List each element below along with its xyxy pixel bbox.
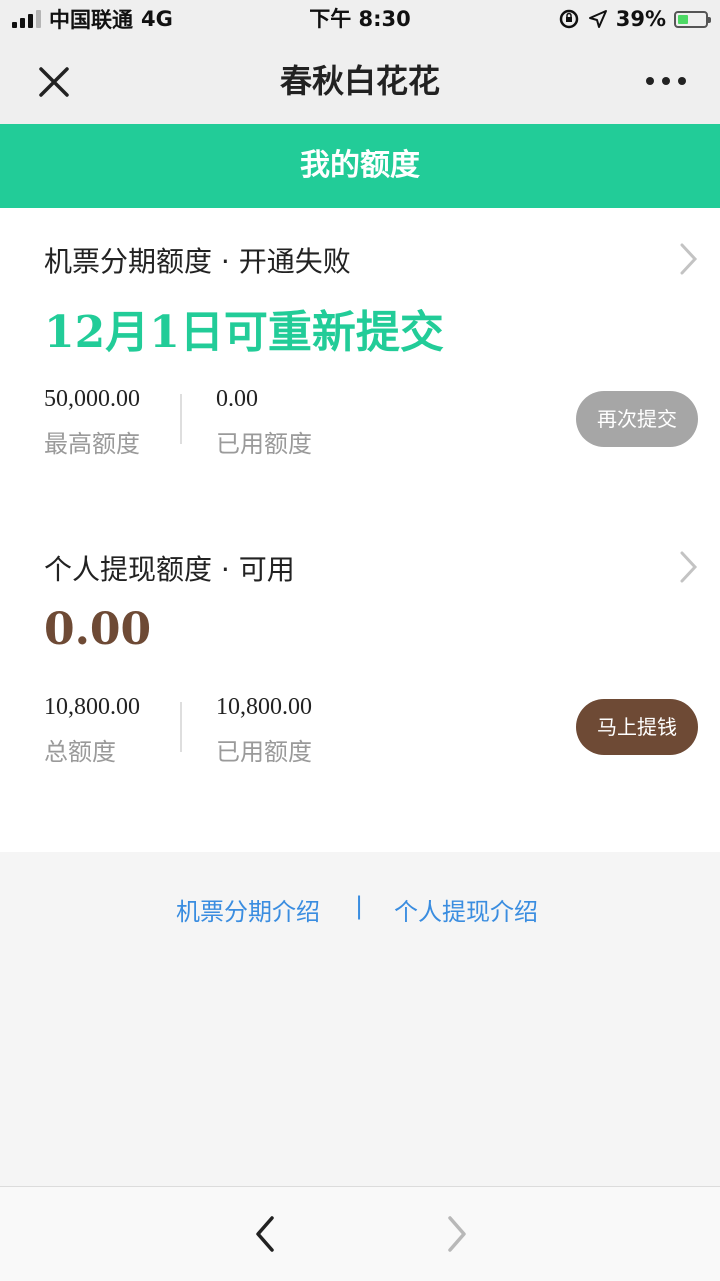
divider (180, 394, 182, 444)
card-title: 个人提现额度 · 可用 (44, 553, 295, 586)
total-limit-value: 10,800.00 (44, 694, 140, 720)
flight-installment-intro-link[interactable]: 机票分期介绍 (176, 892, 320, 927)
link-separator: | (355, 892, 364, 920)
status-bar: 中国联通 4G 下午 8:30 39% (0, 0, 720, 38)
forward-arrow-icon[interactable] (440, 1213, 474, 1255)
intro-links: 机票分期介绍 | 个人提现介绍 (0, 892, 720, 932)
credit-card-withdraw[interactable]: 个人提现额度 · 可用 0.00 10,800.00 总额度 10,800.00… (0, 516, 720, 852)
resubmit-date-text: 12月1日可重新提交 (44, 307, 444, 358)
used-limit-label: 已用额度 (216, 430, 312, 458)
available-amount: 0.00 (44, 604, 152, 655)
used-limit-value: 0.00 (216, 386, 258, 412)
battery-percent: 39% (615, 7, 666, 31)
battery-icon (674, 10, 711, 28)
chevron-right-icon[interactable] (676, 240, 702, 278)
back-arrow-icon[interactable] (248, 1213, 282, 1255)
nav-title: 春秋白花花 (279, 62, 440, 100)
nav-bar: 春秋白花花 (0, 38, 720, 124)
divider (180, 702, 182, 752)
total-limit-label: 总额度 (44, 738, 116, 766)
status-right: 39% (558, 4, 711, 34)
orientation-lock-icon (559, 9, 578, 29)
resubmit-button[interactable]: 再次提交 (576, 391, 698, 447)
chevron-right-icon[interactable] (676, 548, 702, 586)
location-icon (588, 10, 607, 28)
credit-card-flight[interactable]: 机票分期额度 · 开通失败 12月1日可重新提交 50,000.00 最高额度 … (0, 208, 720, 516)
bottom-toolbar (0, 1186, 720, 1281)
personal-withdraw-intro-link[interactable]: 个人提现介绍 (394, 892, 538, 927)
card-title: 机票分期额度 · 开通失败 (44, 245, 351, 278)
max-limit-value: 50,000.00 (44, 386, 140, 412)
page-header: 我的额度 (0, 124, 720, 208)
battery-level (678, 14, 689, 24)
more-icon[interactable] (638, 60, 694, 102)
used-limit-label: 已用额度 (216, 738, 312, 766)
withdraw-now-button[interactable]: 马上提钱 (576, 699, 698, 755)
max-limit-label: 最高额度 (44, 430, 140, 458)
used-limit-value: 10,800.00 (216, 694, 312, 720)
